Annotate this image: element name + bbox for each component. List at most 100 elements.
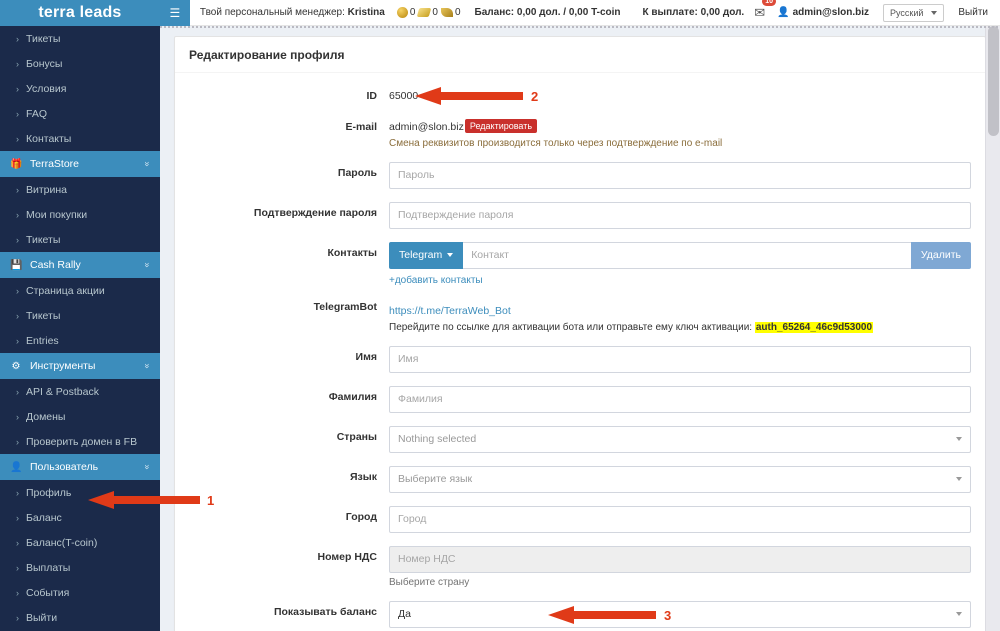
password-confirm-input[interactable] bbox=[389, 201, 971, 229]
sidebar-item-витрина[interactable]: › Витрина bbox=[0, 177, 160, 202]
sidebar-item-terrastore[interactable]: 🎁 TerraStore » bbox=[0, 151, 160, 177]
chevron-right-icon: › bbox=[16, 285, 19, 296]
payout-text: К выплате: 0,00 дол. bbox=[642, 7, 745, 18]
chevron-right-icon: › bbox=[16, 386, 19, 397]
scrollbar-thumb[interactable] bbox=[988, 26, 999, 136]
chevron-right-icon: › bbox=[16, 411, 19, 422]
user-icon: 👤 bbox=[10, 461, 23, 473]
sidebar-item-проверить-домен-в-fb[interactable]: › Проверить домен в FB bbox=[0, 429, 160, 454]
sidebar-item-события[interactable]: › События bbox=[0, 580, 160, 605]
add-contacts-link[interactable]: +добавить контакты bbox=[389, 275, 483, 286]
delete-contact-button[interactable]: Удалить bbox=[910, 241, 971, 269]
email-line: admin@slon.biz Редактировать bbox=[389, 116, 971, 134]
chevron-right-icon: › bbox=[16, 335, 19, 346]
form-row-countries: Страны Nothing selected bbox=[189, 425, 971, 453]
sidebar-item-мои-покупки[interactable]: › Мои покупки bbox=[0, 202, 160, 227]
password-input[interactable] bbox=[389, 161, 971, 189]
password-label: Пароль bbox=[337, 166, 377, 179]
logout-link[interactable]: Выйти bbox=[958, 7, 988, 18]
brand-logo[interactable]: terra leads bbox=[0, 0, 160, 26]
chevron-down-icon bbox=[956, 477, 962, 482]
sidebar-item-cash-rally[interactable]: 💾 Cash Rally » bbox=[0, 252, 160, 278]
coin-counter-scroll: 0 bbox=[440, 7, 461, 18]
hamburger-icon[interactable]: ☰ bbox=[159, 0, 190, 26]
coin-counter-gold: 0 bbox=[396, 7, 416, 18]
scroll-icon bbox=[440, 8, 453, 17]
edit-email-button[interactable]: Редактировать bbox=[464, 118, 538, 133]
sidebar-item-api-postback[interactable]: › API & Postback bbox=[0, 379, 160, 404]
chevron-right-icon: › bbox=[16, 58, 19, 69]
chevron-right-icon: › bbox=[16, 310, 19, 321]
user-menu[interactable]: 👤 admin@slon.biz bbox=[777, 7, 869, 18]
chevron-right-icon: › bbox=[16, 612, 19, 623]
sidebar-item-label: Мои покупки bbox=[26, 208, 88, 221]
countries-value: Nothing selected bbox=[398, 433, 477, 446]
sidebar-item-faq[interactable]: › FAQ bbox=[0, 101, 160, 126]
sidebar-item-label: Контакты bbox=[26, 132, 72, 145]
sidebar-item-label: Тикеты bbox=[26, 233, 61, 246]
first-name-label: Имя bbox=[355, 350, 377, 363]
form-row-vat: Номер НДС Выберите страну bbox=[189, 545, 971, 588]
sidebar-item-label: Домены bbox=[26, 410, 66, 423]
sidebar-item-домены[interactable]: › Домены bbox=[0, 404, 160, 429]
scroll-value: 0 bbox=[454, 7, 461, 18]
form-row-language: Язык Выберите язык bbox=[189, 465, 971, 493]
chevron-down-icon bbox=[931, 10, 938, 15]
sidebar-item-тикеты[interactable]: › Тикеты bbox=[0, 227, 160, 252]
chevron-right-icon: › bbox=[16, 33, 19, 44]
chevron-down-icon: » bbox=[142, 464, 153, 470]
city-input[interactable] bbox=[389, 505, 971, 533]
sidebar-item-контакты[interactable]: › Контакты bbox=[0, 126, 160, 151]
email-control: admin@slon.biz Редактировать Смена реквиз… bbox=[389, 116, 971, 149]
last-name-input[interactable] bbox=[389, 385, 971, 413]
sidebar-item-entries[interactable]: › Entries bbox=[0, 328, 160, 353]
id-label: ID bbox=[366, 90, 378, 102]
gold-coin-icon bbox=[396, 7, 408, 18]
show-balance-select[interactable]: Да bbox=[389, 600, 971, 628]
telegram-bot-link[interactable]: https://t.me/TerraWeb_Bot bbox=[389, 305, 511, 317]
sidebar-item-label: FAQ bbox=[26, 107, 48, 120]
chevron-right-icon: › bbox=[16, 587, 19, 598]
vat-label: Номер НДС bbox=[317, 550, 377, 563]
profile-panel: Редактирование профиля ID 65000 E-mail a… bbox=[174, 36, 986, 631]
chevron-right-icon: › bbox=[16, 108, 19, 119]
first-name-input[interactable] bbox=[389, 345, 971, 373]
envelope-icon: ✉ bbox=[754, 4, 766, 20]
last-name-control bbox=[389, 385, 971, 413]
sidebar-item-тикеты[interactable]: › Тикеты bbox=[0, 26, 160, 51]
telegram-bot-control: https://t.me/TerraWeb_Bot Перейдите по с… bbox=[389, 301, 971, 333]
form-row-last-name: Фамилия bbox=[189, 385, 971, 413]
vertical-scrollbar[interactable] bbox=[985, 26, 1000, 631]
language-select[interactable]: Выберите язык bbox=[389, 465, 971, 493]
ticket-icon bbox=[417, 8, 432, 17]
panel-body: ID 65000 E-mail admin@slon.biz Редактиров… bbox=[175, 73, 985, 631]
messages-badge: 10 bbox=[762, 0, 776, 7]
sidebar-item-выйти[interactable]: › Выйти bbox=[0, 605, 160, 630]
language-selector[interactable]: Русский bbox=[882, 3, 945, 22]
gold-coin-value: 0 bbox=[409, 7, 416, 18]
sidebar-item-бонусы[interactable]: › Бонусы bbox=[0, 51, 160, 76]
sidebar-item-пользователь[interactable]: 👤 Пользователь » bbox=[0, 454, 160, 480]
sidebar-item-тикеты[interactable]: › Тикеты bbox=[0, 303, 160, 328]
city-control bbox=[389, 505, 971, 533]
telegram-bot-hint: Перейдите по ссылке для активации бота и… bbox=[389, 321, 971, 333]
email-value: admin@slon.biz bbox=[389, 120, 464, 133]
messages-button[interactable]: ✉ 10 bbox=[754, 0, 776, 22]
telegram-bot-label: TelegramBot bbox=[313, 300, 377, 313]
sidebar-item-выплаты[interactable]: › Выплаты bbox=[0, 555, 160, 580]
vat-input[interactable] bbox=[389, 545, 971, 573]
password-confirm-label: Подтверждение пароля bbox=[253, 206, 377, 219]
sidebar-item-условия[interactable]: › Условия bbox=[0, 76, 160, 101]
sidebar-item-страница-акции[interactable]: › Страница акции bbox=[0, 278, 160, 303]
contact-type-dropdown[interactable]: Telegram bbox=[389, 241, 464, 269]
countries-select[interactable]: Nothing selected bbox=[389, 425, 971, 453]
chevron-down-icon bbox=[956, 612, 962, 617]
sidebar-item-label: Профиль bbox=[26, 486, 72, 499]
sidebar-item-инструменты[interactable]: ⚙ Инструменты » bbox=[0, 353, 160, 379]
contact-value-input[interactable] bbox=[463, 241, 911, 269]
chevron-right-icon: › bbox=[16, 562, 19, 573]
top-header-bar: terra leads ☰ Твой персональный менеджер… bbox=[0, 0, 1000, 26]
chevron-right-icon: › bbox=[16, 487, 19, 498]
sidebar-item-баланс-t-coin[interactable]: › Баланс(T-coin) bbox=[0, 530, 160, 555]
language-value: Русский bbox=[889, 7, 924, 18]
